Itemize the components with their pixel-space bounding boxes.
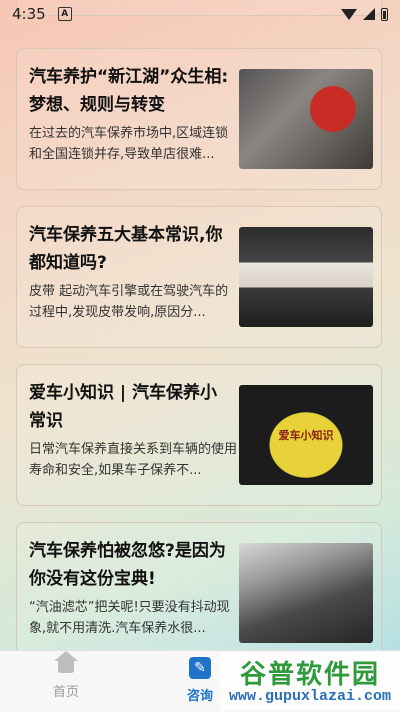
article-title: 汽车保养五大基本常识,你都知道吗?	[29, 225, 223, 273]
article-card[interactable]: 汽车保养怕被忽悠?是因为你没有这份宝典! “汽油滤芯”把关呢!只要没有抖动现象,…	[16, 522, 382, 650]
status-bar: 4:35 A	[0, 0, 400, 28]
article-thumbnail	[239, 543, 373, 643]
battery-icon	[381, 7, 388, 21]
status-time: 4:35	[12, 5, 46, 23]
consult-icon: ✎	[189, 657, 211, 679]
article-card[interactable]: 爱车小知识 | 汽车保养小常识 日常汽车保养直接关系到车辆的使用寿命和安全,如果…	[16, 364, 382, 506]
nav-item-home[interactable]: 首页	[26, 651, 106, 700]
signal-icon	[363, 8, 375, 20]
article-excerpt: 在过去的汽车保养市场中,区域连锁和全国连锁并存,导致单店很难...	[29, 126, 229, 162]
article-excerpt: 皮带 起动汽车引擎或在驾驶汽车的过程中,发现皮带发响,原因分...	[29, 284, 229, 320]
thumbnail-caption: 爱车小知识	[278, 429, 334, 442]
nav-label-home: 首页	[52, 685, 79, 700]
watermark-overlay: 谷普软件园 www.gupuxlazai.com	[220, 652, 400, 711]
watermark-title: 谷普软件园	[239, 660, 380, 690]
status-icons	[341, 7, 388, 21]
article-title: 爱车小知识 | 汽车保养小常识	[29, 383, 218, 431]
article-thumbnail: 爱车小知识	[239, 385, 373, 485]
article-title: 汽车养护“新江湖”众生相:梦想、规则与转变	[29, 67, 229, 115]
article-title: 汽车保养怕被忽悠?是因为你没有这份宝典!	[29, 541, 226, 589]
article-thumbnail	[239, 69, 373, 169]
watermark-url: www.gupuxlazai.com	[228, 688, 392, 705]
article-excerpt: 日常汽车保养直接关系到车辆的使用寿命和安全,如果车子保养不...	[29, 442, 238, 478]
notification-icon: A	[57, 7, 72, 21]
article-card[interactable]: 汽车养护“新江湖”众生相:梦想、规则与转变 在过去的汽车保养市场中,区域连锁和全…	[16, 48, 382, 190]
article-feed[interactable]: 汽车养护“新江湖”众生相:梦想、规则与转变 在过去的汽车保养市场中,区域连锁和全…	[0, 0, 400, 650]
article-thumbnail	[239, 227, 373, 327]
wifi-icon	[341, 8, 357, 20]
article-card[interactable]: 汽车保养五大基本常识,你都知道吗? 皮带 起动汽车引擎或在驾驶汽车的过程中,发现…	[16, 206, 382, 348]
home-icon	[54, 651, 78, 675]
article-excerpt: “汽油滤芯”把关呢!只要没有抖动现象,就不用清洗.汽车保养水很...	[29, 600, 230, 636]
